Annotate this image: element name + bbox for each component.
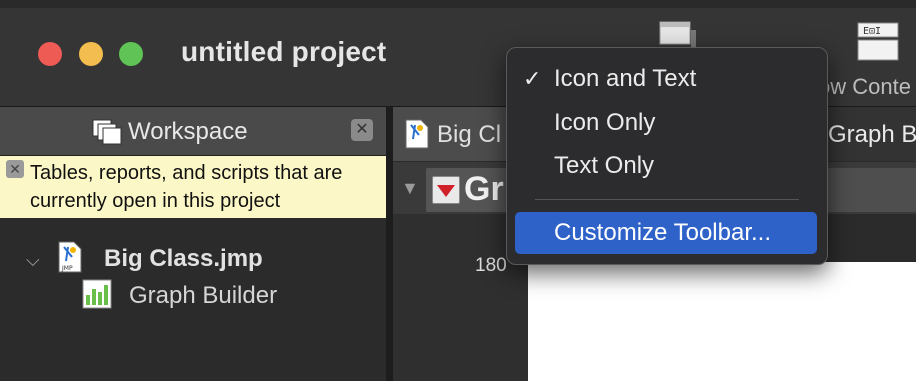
menu-item-text-only[interactable]: Text Only (507, 149, 827, 185)
tree-item-big-class[interactable]: Big Class.jmp (104, 245, 263, 273)
top-strip (0, 0, 916, 8)
toolbar-show-contents-icon[interactable]: E⊡I (855, 20, 901, 62)
app-window: untitled project E⊡I ow Conte Workspace … (0, 0, 916, 381)
menu-item-label: Icon and Text (554, 65, 697, 92)
tab-label: Graph B (828, 121, 916, 148)
workspace-icon (92, 119, 122, 145)
jmp-file-icon (405, 119, 429, 149)
tab-label: Big Cl (437, 121, 502, 148)
menu-item-label: Icon Only (554, 109, 656, 136)
menu-separator (535, 199, 799, 200)
graph-builder-icon (82, 279, 112, 309)
menu-item-icon-only[interactable]: Icon Only (507, 106, 827, 142)
toolbar-item-label[interactable]: ow Conte (818, 74, 911, 100)
disclosure-triangle-icon[interactable]: ▼ (401, 178, 419, 199)
panel-divider[interactable] (386, 107, 393, 381)
workspace-header: Workspace ✕ (0, 107, 386, 156)
red-triangle-menu-icon[interactable] (432, 176, 460, 204)
report-strip (818, 168, 916, 212)
svg-text:JMP: JMP (61, 265, 73, 272)
note-text: Tables, reports, and scripts that are cu… (30, 162, 343, 212)
tree-item-graph-builder[interactable]: Graph Builder (129, 282, 277, 310)
toolbar-window-icon[interactable] (658, 20, 698, 50)
graph-canvas[interactable] (528, 262, 916, 381)
note-close-button[interactable]: ✕ (6, 160, 24, 178)
window-title: untitled project (181, 36, 387, 67)
menu-item-icon-and-text[interactable]: ✓ Icon and Text (507, 62, 827, 98)
close-window-button[interactable] (38, 42, 62, 66)
checkmark-icon: ✓ (523, 66, 542, 91)
menu-item-label: Text Only (554, 152, 655, 179)
workspace-title: Workspace (128, 118, 248, 145)
svg-text:E⊡I: E⊡I (863, 26, 881, 37)
chevron-down-icon[interactable]: ⌵ (26, 250, 40, 271)
jmp-file-icon: JMP (58, 241, 82, 273)
toolbar-context-menu: ✓ Icon and Text Icon Only Text Only Cust… (506, 47, 828, 265)
axis-tick-label: 180 (475, 255, 507, 276)
zoom-window-button[interactable] (119, 42, 143, 66)
minimize-window-button[interactable] (79, 42, 103, 66)
menu-item-customize-toolbar[interactable]: Customize Toolbar... (515, 212, 817, 254)
menu-item-label: Customize Toolbar... (554, 219, 771, 246)
workspace-close-button[interactable]: ✕ (351, 119, 373, 141)
report-title: Gr (464, 170, 504, 208)
workspace-note: ✕ Tables, reports, and scripts that are … (0, 156, 386, 218)
